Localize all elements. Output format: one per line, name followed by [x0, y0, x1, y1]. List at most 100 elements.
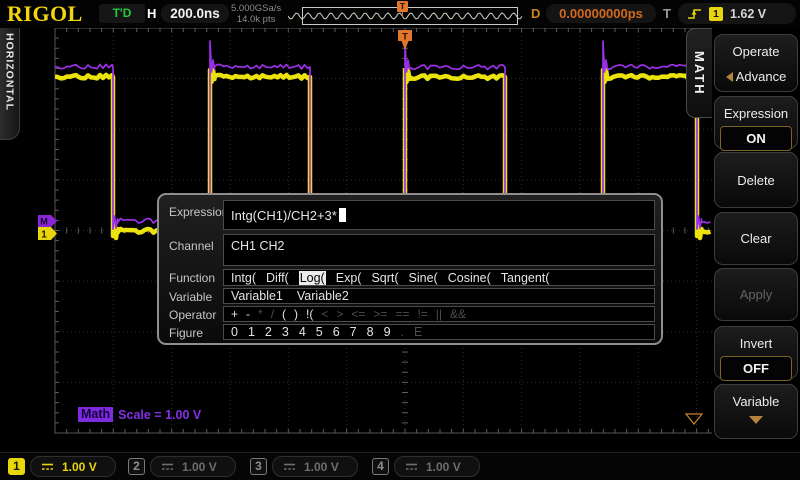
operator-item[interactable]: && — [450, 307, 466, 321]
text-cursor — [339, 208, 346, 222]
operate-label: Operate — [715, 44, 797, 59]
channel-1-scale[interactable]: 1.00 V — [30, 456, 116, 477]
timebase-readout[interactable]: 200.0ns — [161, 4, 229, 23]
top-status-bar: RIGOL T'D H 200.0ns 5.000GSa/s 14.0k pts… — [0, 0, 800, 28]
expression-label: Expression — [715, 106, 797, 121]
figure-item[interactable]: 1 — [248, 325, 255, 339]
menu-page-indicator[interactable] — [686, 414, 702, 424]
function-item[interactable]: Diff( — [266, 271, 289, 285]
display-window-box — [302, 7, 518, 25]
trigger-label: T — [663, 6, 671, 21]
expression-text: Intg(CH1)/CH2+3* — [231, 208, 337, 223]
function-item[interactable]: Log( — [299, 271, 326, 285]
function-item[interactable]: Tangent( — [501, 271, 550, 285]
channel-3-scale[interactable]: 1.00 V — [272, 456, 358, 477]
channel-scale-value: 1.00 V — [62, 460, 97, 474]
operator-item[interactable]: || — [436, 307, 442, 321]
operator-item[interactable]: != — [417, 307, 427, 321]
figure-row-label: Figure — [169, 326, 203, 340]
operator-item[interactable]: / — [271, 307, 274, 321]
operator-item[interactable]: - — [246, 307, 250, 321]
operator-item[interactable]: >= — [373, 307, 387, 321]
channel-4-badge[interactable]: 4 — [372, 458, 389, 475]
memory-waveform-strip: T — [288, 5, 523, 25]
svg-text:1: 1 — [41, 230, 47, 241]
function-item[interactable]: Sqrt( — [371, 271, 398, 285]
delete-button[interactable]: Delete — [714, 152, 798, 208]
operate-value: Advance — [736, 69, 787, 84]
channel-scale-value: 1.00 V — [426, 460, 461, 474]
svg-text:M: M — [40, 217, 48, 227]
operator-item[interactable]: <= — [351, 307, 365, 321]
figure-item[interactable]: 2 — [265, 325, 272, 339]
channel-choices[interactable]: CH1 CH2 — [223, 234, 655, 266]
figure-item[interactable]: 4 — [299, 325, 306, 339]
operator-item[interactable]: ( — [282, 307, 286, 321]
operator-item[interactable]: * — [258, 307, 263, 321]
function-item[interactable]: Cosine( — [448, 271, 491, 285]
math-level-marker[interactable]: M — [38, 215, 57, 227]
figure-item[interactable]: 7 — [350, 325, 357, 339]
operator-item[interactable]: == — [395, 307, 409, 321]
trigger-source-badge: 1 — [709, 7, 723, 21]
figure-item[interactable]: . — [401, 325, 404, 339]
function-choices: Intg( Diff( Log( Exp( Sqrt( Sine( Cosine( Tange… — [223, 269, 655, 286]
function-item[interactable]: Sine( — [409, 271, 438, 285]
oscilloscope-screen: T M 1 RIGOL T'D H 200.0ns 5.000GSa/s 14.… — [0, 0, 800, 480]
expression-row-label: Expression — [169, 205, 228, 219]
dc-coupling-icon — [41, 462, 54, 471]
chevron-down-icon — [749, 416, 763, 424]
apply-button[interactable]: Apply — [714, 268, 798, 321]
function-item[interactable]: Intg( — [231, 271, 256, 285]
invert-toggle-button[interactable]: Invert OFF — [714, 326, 798, 379]
math-badge: Math — [78, 407, 113, 422]
trigger-readout[interactable]: 1 1.62 V — [678, 3, 796, 24]
delay-readout[interactable]: 0.00000000ps — [546, 4, 656, 23]
operator-item[interactable]: > — [336, 307, 343, 321]
operator-item[interactable]: + — [231, 307, 238, 321]
figure-choices: 0123456789. E — [223, 324, 655, 340]
operator-item[interactable]: ) — [294, 307, 298, 321]
channel-3-badge[interactable]: 3 — [250, 458, 267, 475]
figure-item[interactable]: 9 — [384, 325, 391, 339]
math-scale-readout: Math Scale = 1.00 V — [78, 407, 201, 422]
channel-status-bar: 08:44 11.00 V21.00 V31.00 V41.00 V — [0, 452, 800, 480]
operator-item[interactable]: !( — [306, 307, 313, 321]
variable-item[interactable]: Variable1 — [231, 289, 283, 303]
figure-item[interactable]: 5 — [316, 325, 323, 339]
channel-4-scale[interactable]: 1.00 V — [394, 456, 480, 477]
dc-coupling-icon — [405, 462, 418, 471]
invert-label: Invert — [715, 336, 797, 351]
figure-item[interactable]: 8 — [367, 325, 374, 339]
function-item[interactable]: Exp( — [336, 271, 362, 285]
figure-item[interactable]: 6 — [333, 325, 340, 339]
tab-math: MATH — [686, 28, 712, 118]
figure-item[interactable]: 3 — [282, 325, 289, 339]
clear-button[interactable]: Clear — [714, 212, 798, 265]
variable-item[interactable]: Variable2 — [297, 289, 349, 303]
figure-item[interactable]: 0 — [231, 325, 238, 339]
channel-1-badge[interactable]: 1 — [8, 458, 25, 475]
channel-items[interactable]: CH1 CH2 — [231, 239, 285, 253]
operate-button[interactable]: Operate Advance — [714, 34, 798, 92]
dc-coupling-icon — [283, 462, 296, 471]
expression-toggle-button[interactable]: Expression ON — [714, 96, 798, 149]
channel-2-badge[interactable]: 2 — [128, 458, 145, 475]
operator-item[interactable]: < — [321, 307, 328, 321]
rising-edge-icon — [687, 6, 702, 21]
trigger-position-flag-icon: T — [397, 1, 408, 12]
expression-editor-dialog: Expression Intg(CH1)/CH2+3* Channel CH1 … — [157, 193, 663, 345]
expression-input[interactable]: Intg(CH1)/CH2+3* — [223, 200, 655, 230]
softkey-menu: Operate Advance Expression ON Delete Cle… — [712, 28, 800, 452]
tab-horizontal: HORIZONTAL — [0, 28, 20, 140]
variable-row-label: Variable — [169, 290, 212, 304]
variable-button[interactable]: Variable — [714, 384, 798, 439]
figure-item[interactable]: E — [414, 325, 422, 339]
channel-2-scale[interactable]: 1.00 V — [150, 456, 236, 477]
invert-state: OFF — [720, 356, 792, 381]
variable-choices: Variable1 Variable2 — [223, 288, 655, 304]
trigger-position-marker[interactable]: T — [398, 30, 412, 50]
sample-rate-readout: 5.000GSa/s 14.0k pts — [231, 3, 281, 25]
trigger-level-value: 1.62 V — [730, 7, 766, 21]
ch1-level-marker[interactable]: 1 — [38, 227, 57, 241]
